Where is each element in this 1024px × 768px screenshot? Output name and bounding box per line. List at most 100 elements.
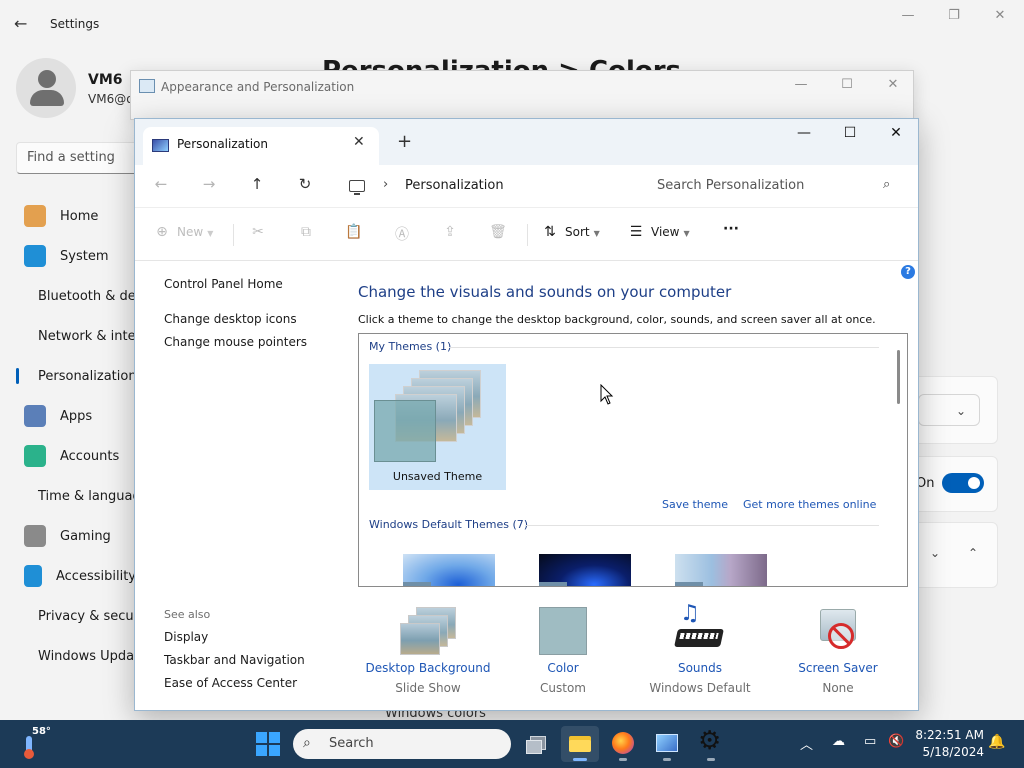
- minimize-icon[interactable]: —: [789, 125, 819, 147]
- paste-icon[interactable]: 📋: [345, 224, 369, 246]
- unsaved-theme-tile[interactable]: Unsaved Theme: [369, 364, 506, 490]
- accessibility-icon: [24, 565, 42, 587]
- notification-bell-icon[interactable]: 🔔: [988, 734, 1005, 750]
- plus-circle-icon: ⊕: [156, 224, 168, 240]
- taskbar-search[interactable]: ⌕ Search: [293, 729, 511, 759]
- desktop-background-label[interactable]: Desktop Background: [358, 661, 498, 675]
- sidebar-item-network-internet[interactable]: Network & internet: [16, 316, 136, 356]
- close-tab-icon[interactable]: ✕: [353, 134, 365, 150]
- desktop-background-item[interactable]: Desktop Background Slide Show: [358, 605, 498, 695]
- sidebar-item-accounts[interactable]: Accounts: [16, 436, 136, 476]
- refresh-icon[interactable]: ↻: [293, 175, 317, 197]
- color-item[interactable]: Color Custom: [493, 605, 633, 695]
- mouse-pointers-link[interactable]: Change mouse pointers: [164, 335, 307, 349]
- taskbar: 58° ⌕ Search ⚙ ︿ ☁ ▭ 🔇 8:22:51 AM 5/18/2…: [0, 720, 1024, 768]
- scrollbar-thumb[interactable]: [897, 350, 900, 404]
- up-icon[interactable]: ↑: [245, 175, 269, 197]
- appearance-window: Appearance and Personalization — ☐ ✕: [130, 70, 914, 120]
- weather-widget[interactable]: 58°: [20, 726, 51, 759]
- maximize-icon[interactable]: ☐: [835, 125, 865, 147]
- maximize-icon[interactable]: ☐: [835, 77, 859, 95]
- color-label[interactable]: Color: [493, 661, 633, 675]
- sidebar-item-system[interactable]: System: [16, 236, 136, 276]
- view-button[interactable]: ☰ View ▼: [627, 224, 690, 246]
- transparency-toggle[interactable]: [942, 473, 984, 493]
- delete-icon[interactable]: 🗑: [489, 224, 513, 246]
- back-arrow-icon[interactable]: ←: [14, 14, 27, 33]
- tab-label: Personalization: [177, 137, 268, 151]
- page-description: Click a theme to change the desktop back…: [358, 313, 876, 326]
- copy-icon[interactable]: ⧉: [297, 224, 321, 246]
- sidebar-item-apps[interactable]: Apps: [16, 396, 136, 436]
- search-input[interactable]: Search Personalization ⌕: [645, 171, 907, 201]
- clock[interactable]: 8:22:51 AM 5/18/2024: [912, 727, 984, 761]
- address-field[interactable]: › Personalization: [341, 171, 635, 201]
- gamepad-icon: [24, 525, 46, 547]
- new-button[interactable]: ⊕ New ▼: [153, 224, 213, 246]
- task-view-icon[interactable]: [518, 726, 556, 762]
- settings-gear-icon[interactable]: ⚙: [692, 726, 730, 762]
- chevron-up-icon[interactable]: ⌃: [968, 546, 978, 560]
- chevron-right-icon[interactable]: ›: [383, 177, 388, 192]
- sidebar-item-gaming[interactable]: Gaming: [16, 516, 136, 556]
- firefox-icon[interactable]: [604, 726, 642, 762]
- screen-saver-value: None: [822, 681, 854, 695]
- onedrive-icon[interactable]: ☁: [832, 734, 845, 749]
- sidebar-item-accessibility[interactable]: Accessibility: [16, 556, 136, 596]
- sounds-label[interactable]: Sounds: [630, 661, 770, 675]
- save-theme-link[interactable]: Save theme: [662, 498, 728, 511]
- sidebar-item-time-language[interactable]: Time & language: [16, 476, 136, 516]
- theme-windows-dark[interactable]: [539, 554, 631, 586]
- clock-time: 8:22:51 AM: [915, 728, 984, 742]
- dropdown[interactable]: [918, 394, 980, 426]
- chevron-up-icon[interactable]: ︿: [800, 734, 813, 753]
- control-panel-taskbar-icon[interactable]: [648, 726, 686, 762]
- new-tab-icon[interactable]: +: [397, 131, 412, 152]
- theme-glow[interactable]: [675, 554, 767, 586]
- cut-icon[interactable]: ✂: [249, 224, 273, 246]
- tab-personalization[interactable]: Personalization ✕: [143, 127, 379, 165]
- forward-icon[interactable]: →: [197, 175, 221, 197]
- desktop-icons-link[interactable]: Change desktop icons: [164, 312, 297, 326]
- sounds-item[interactable]: ♫ Sounds Windows Default: [630, 601, 770, 695]
- share-icon[interactable]: ⇪: [441, 224, 465, 246]
- volume-icon[interactable]: 🔇: [888, 734, 904, 749]
- apps-icon: [24, 405, 46, 427]
- ease-of-access-link[interactable]: Ease of Access Center: [164, 676, 297, 690]
- start-button[interactable]: [256, 732, 280, 756]
- sidebar-item-windows-update[interactable]: Windows Update: [16, 636, 136, 676]
- taskbar-navigation-link[interactable]: Taskbar and Navigation: [164, 653, 305, 667]
- sidebar-item-label: Network & internet: [38, 328, 136, 344]
- restore-icon[interactable]: ❐: [942, 8, 966, 28]
- network-icon[interactable]: ▭: [864, 734, 876, 749]
- close-icon[interactable]: ✕: [881, 125, 911, 147]
- minimize-icon[interactable]: —: [789, 77, 813, 95]
- themes-list[interactable]: My Themes (1) Unsaved Theme Save theme G…: [358, 333, 908, 587]
- minimize-icon[interactable]: —: [896, 8, 920, 28]
- screen-saver-item[interactable]: Screen Saver None: [768, 605, 908, 695]
- rename-icon[interactable]: Ⓐ: [393, 224, 417, 246]
- chevron-down-icon[interactable]: ⌄: [930, 546, 940, 560]
- sidebar-item-personalization[interactable]: Personalization: [16, 356, 136, 396]
- sidebar-item-home[interactable]: Home: [16, 196, 136, 236]
- taskbar-search-placeholder: Search: [329, 736, 374, 751]
- control-panel-home-link[interactable]: Control Panel Home: [164, 277, 283, 291]
- more-options-icon[interactable]: ···: [723, 221, 739, 243]
- back-icon[interactable]: ←: [149, 175, 173, 197]
- close-icon[interactable]: ✕: [988, 8, 1012, 28]
- sidebar-item-bluetooth-devices[interactable]: Bluetooth & devices: [16, 276, 136, 316]
- get-more-themes-link[interactable]: Get more themes online: [743, 498, 876, 511]
- settings-search-input[interactable]: Find a setting: [16, 142, 144, 174]
- address-bar: ← → ↑ ↻ › Personalization Search Persona…: [135, 165, 918, 207]
- screen-saver-label[interactable]: Screen Saver: [768, 661, 908, 675]
- theme-windows-light[interactable]: [403, 554, 495, 586]
- file-explorer-icon[interactable]: [561, 726, 599, 762]
- sidebar-item-label: Accessibility: [56, 568, 136, 584]
- display-link[interactable]: Display: [164, 630, 208, 644]
- sidebar-item-privacy-security[interactable]: Privacy & security: [16, 596, 136, 636]
- help-icon[interactable]: ?: [901, 265, 915, 279]
- close-icon[interactable]: ✕: [881, 77, 905, 95]
- sort-button[interactable]: ⇅ Sort ▼: [541, 224, 600, 246]
- breadcrumb[interactable]: Personalization: [405, 178, 504, 193]
- control-panel-icon: [139, 79, 155, 93]
